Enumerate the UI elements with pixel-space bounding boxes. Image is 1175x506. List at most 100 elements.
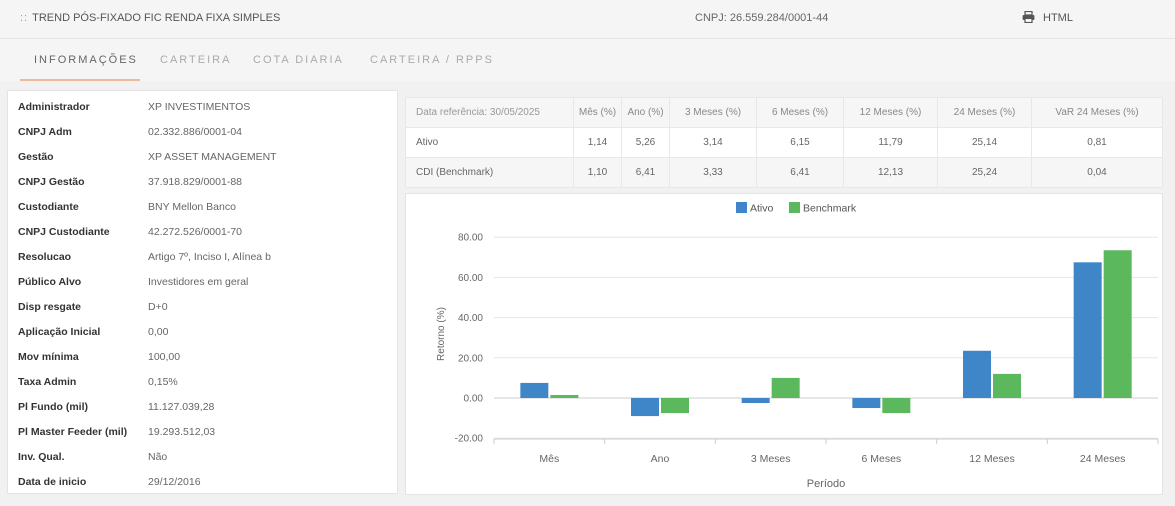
tab-informacoes[interactable]: INFORMAÇÕES [34, 54, 138, 66]
info-value: 29/12/2016 [148, 476, 201, 488]
x-tick-label: Ano [651, 453, 670, 465]
chart-legend[interactable]: Ativo Benchmark [736, 202, 857, 215]
info-row: CNPJ Gestão 37.918.829/0001-88 [8, 176, 397, 200]
column-header: 12 Meses (%) [843, 97, 938, 128]
info-row: Público Alvo Investidores em geral [8, 276, 397, 300]
info-key: Mov mínima [18, 351, 79, 363]
tab-carteira[interactable]: CARTEIRA [160, 54, 231, 66]
tab-carteira-rpps[interactable]: CARTEIRA / RPPS [370, 54, 494, 66]
returns-chart-panel: 80.00 60.00 40.00 20.00 0.00 -20.00 Mês Ano 3 M… [405, 193, 1163, 495]
column-header: Ano (%) [621, 97, 670, 128]
column-header: 3 Meses (%) [669, 97, 757, 128]
y-tick-label: -20.00 [455, 434, 484, 445]
info-key: CNPJ Gestão [18, 176, 85, 188]
column-header: VaR 24 Meses (%) [1031, 97, 1163, 128]
bar-benchmark[interactable] [1103, 250, 1132, 398]
y-axis-ticks: 80.00 60.00 40.00 20.00 0.00 -20.00 [455, 233, 484, 445]
bar-ativo[interactable] [1073, 262, 1102, 398]
legend-label-ativo[interactable]: Ativo [750, 203, 774, 215]
bar-ativo[interactable] [520, 382, 549, 398]
info-value: 42.272.526/0001-70 [148, 226, 243, 238]
legend-swatch-benchmark[interactable] [789, 202, 800, 213]
info-row: Gestão XP ASSET MANAGEMENT [8, 151, 397, 175]
info-value: 0,00 [148, 326, 169, 338]
table-cell: 0,81 [1031, 127, 1163, 158]
bar-ativo[interactable] [852, 398, 881, 409]
info-key: Resolucao [18, 251, 72, 263]
bar-benchmark[interactable] [550, 394, 579, 398]
x-tick-label: 6 Meses [861, 453, 901, 465]
x-tick-label: 3 Meses [751, 453, 791, 465]
html-export-label: HTML [1043, 12, 1073, 24]
drag-handle-icon[interactable]: :: [20, 12, 28, 24]
table-header-row: Data referência: 30/05/2025 Mês (%) Ano … [405, 97, 1163, 128]
table-cell: 6,41 [621, 157, 670, 188]
table-cell: 6,41 [756, 157, 844, 188]
info-row: Custodiante BNY Mellon Banco [8, 201, 397, 225]
y-tick-label: 60.00 [458, 273, 483, 284]
x-axis-label: Período [807, 478, 846, 490]
fund-info-panel: Administrador XP INVESTIMENTOS CNPJ Adm 02… [7, 90, 398, 494]
column-header: Data referência: 30/05/2025 [405, 97, 574, 128]
info-key: Pl Fundo (mil) [18, 401, 88, 413]
info-row: Resolucao Artigo 7º, Inciso I, Alínea b [8, 251, 397, 275]
info-value: XP ASSET MANAGEMENT [148, 151, 277, 163]
bar-ativo[interactable] [963, 350, 991, 398]
legend-label-benchmark[interactable]: Benchmark [803, 203, 857, 215]
fund-name: TREND PÓS-FIXADO FIC RENDA FIXA SIMPLES [32, 12, 281, 24]
table-cell: 3,14 [669, 127, 757, 158]
x-axis-ticks: Mês Ano 3 Meses 6 Meses 12 Meses 24 Meses [493, 439, 1159, 465]
info-value: Investidores em geral [148, 276, 249, 288]
info-row: Administrador XP INVESTIMENTOS [8, 101, 397, 125]
header-bar: :: TREND PÓS-FIXADO FIC RENDA FIXA SIMPLE… [0, 0, 1175, 39]
info-key: Público Alvo [18, 276, 82, 288]
info-row: CNPJ Custodiante 42.272.526/0001-70 [8, 226, 397, 250]
tab-cota-diaria[interactable]: COTA DIARIA [253, 54, 344, 66]
info-value: D+0 [148, 301, 168, 313]
bar-benchmark[interactable] [993, 373, 1021, 398]
column-header: Mês (%) [573, 97, 622, 128]
info-row: Aplicação Inicial 0,00 [8, 326, 397, 350]
info-row: Disp resgate D+0 [8, 301, 397, 325]
legend-swatch-ativo[interactable] [736, 202, 747, 213]
info-key: Data de inicio [18, 476, 87, 488]
info-value: Artigo 7º, Inciso I, Alínea b [148, 251, 271, 263]
bar-ativo[interactable] [741, 398, 770, 404]
table-cell: 1,10 [573, 157, 622, 188]
table-cell: Ativo [405, 127, 574, 158]
info-key: Disp resgate [18, 301, 82, 313]
info-key: CNPJ Custodiante [18, 226, 110, 238]
printer-icon [1022, 10, 1035, 24]
bar-ativo[interactable] [631, 398, 659, 417]
fund-cnpj: CNPJ: 26.559.284/0001-44 [695, 12, 829, 24]
table-cell: 3,33 [669, 157, 757, 188]
info-value: 0,15% [148, 376, 178, 388]
info-row: Pl Fundo (mil) 11.127.039,28 [8, 401, 397, 425]
tab-bar: INFORMAÇÕES CARTEIRA COTA DIARIA CARTEIR… [0, 39, 1175, 81]
html-export-button[interactable]: HTML [1022, 10, 1073, 24]
info-row: Pl Master Feeder (mil) 19.293.512,03 [8, 426, 397, 450]
table-cell: 1,14 [573, 127, 622, 158]
chart-gridlines [494, 236, 1158, 440]
info-value: 02.332.886/0001-04 [148, 126, 243, 138]
bar-benchmark[interactable] [882, 398, 911, 414]
info-value: 100,00 [148, 351, 181, 363]
bar-benchmark[interactable] [771, 377, 800, 398]
info-key: CNPJ Adm [18, 126, 72, 138]
info-key: Pl Master Feeder (mil) [18, 426, 128, 438]
info-key: Taxa Admin [18, 376, 77, 388]
info-row: Mov mínima 100,00 [8, 351, 397, 375]
table-cell: 0,04 [1031, 157, 1163, 188]
info-value: XP INVESTIMENTOS [148, 101, 251, 113]
returns-table: Data referência: 30/05/2025 Mês (%) Ano … [405, 97, 1163, 188]
info-key: Inv. Qual. [18, 451, 65, 463]
bar-benchmark[interactable] [661, 398, 689, 414]
table-cell: CDI (Benchmark) [405, 157, 574, 188]
returns-bar-chart: 80.00 60.00 40.00 20.00 0.00 -20.00 Mês Ano 3 M… [436, 202, 1159, 490]
table-cell: 11,79 [843, 127, 938, 158]
info-row: CNPJ Adm 02.332.886/0001-04 [8, 126, 397, 150]
table-cell: 6,15 [756, 127, 844, 158]
table-cell: 12,13 [843, 157, 938, 188]
table-cell: 5,26 [621, 127, 670, 158]
table-cell: 25,14 [937, 127, 1032, 158]
